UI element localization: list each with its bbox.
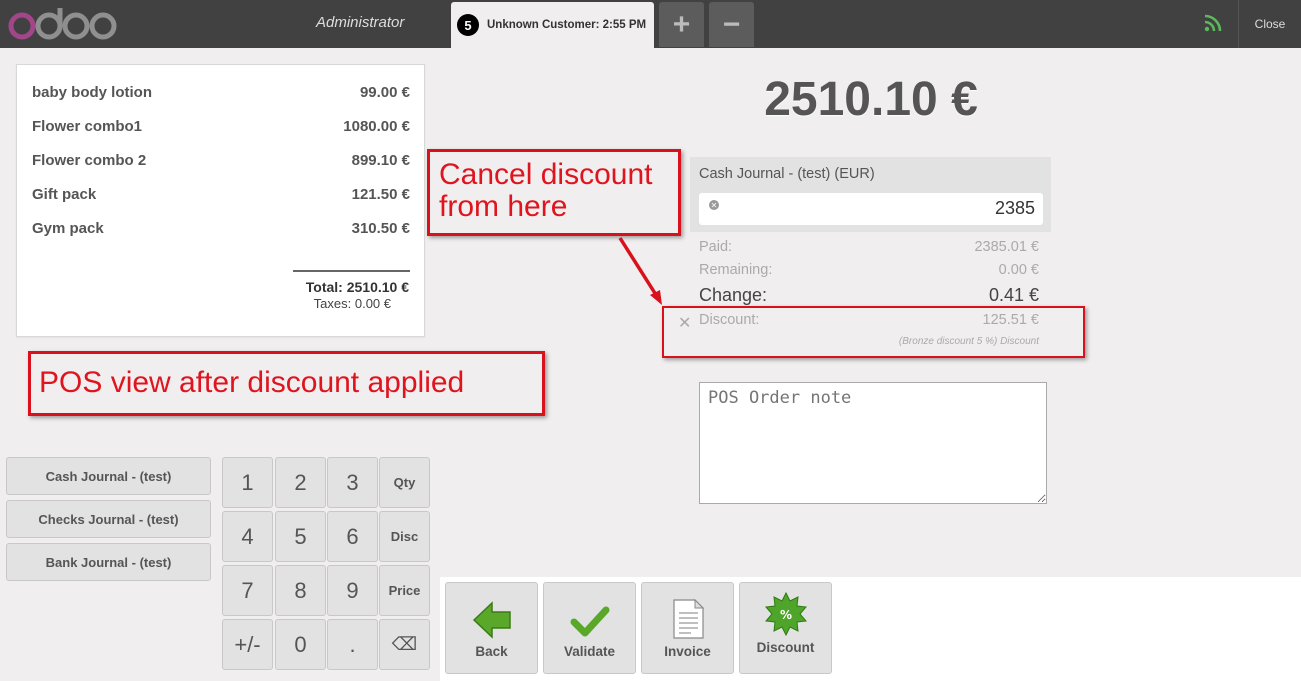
order-number-badge: 5 (457, 14, 479, 36)
discount-button-label: Discount (756, 640, 815, 655)
discount-button[interactable]: % Discount (739, 582, 832, 674)
numpad-key-2[interactable]: 2 (275, 457, 326, 508)
checks-journal-button[interactable]: Checks Journal - (test) (6, 500, 211, 538)
numpad-key-4[interactable]: 4 (222, 511, 273, 562)
payment-line-journal: Cash Journal - (test) (EUR) (699, 166, 875, 182)
username: Administrator (316, 14, 405, 31)
remove-discount-icon[interactable]: ✕ (678, 313, 691, 333)
annotation-cancel-discount-text: Cancel discount from here (439, 158, 653, 223)
order-line-name: baby body lotion (32, 84, 152, 101)
numpad-key-0[interactable]: 0 (275, 619, 326, 670)
annotation-pos-view-text: POS view after discount applied (39, 366, 465, 399)
order-line-name: Gym pack (32, 220, 104, 237)
discount-label: Discount: (699, 312, 760, 328)
order-line-price: 310.50 € (351, 220, 410, 237)
order-taxes: Taxes: 0.00 € (313, 296, 391, 311)
validate-button-label: Validate (563, 644, 616, 659)
order-tab[interactable]: 5 Unknown Customer: 2:55 PM (451, 2, 654, 48)
numpad-key-1[interactable]: 1 (222, 457, 273, 508)
close-button[interactable]: Close (1238, 0, 1301, 48)
numpad-key-plus-minus[interactable]: +/- (222, 619, 273, 670)
order-line[interactable]: Flower combo 2 899.10 € (32, 152, 410, 172)
paid-value: 2385.01 € (974, 239, 1039, 255)
numpad-key-6[interactable]: 6 (327, 511, 378, 562)
numpad-key-9[interactable]: 9 (327, 565, 378, 616)
order-line[interactable]: Gift pack 121.50 € (32, 186, 410, 206)
cash-journal-button[interactable]: Cash Journal - (test) (6, 457, 211, 495)
order-receipt: baby body lotion 99.00 € Flower combo1 1… (16, 64, 425, 337)
annotation-arrow-icon (618, 237, 662, 305)
bank-journal-button[interactable]: Bank Journal - (test) (6, 543, 211, 581)
add-order-button[interactable]: + (659, 2, 704, 47)
remaining-value: 0.00 € (998, 262, 1039, 278)
order-line-price: 1080.00 € (343, 118, 410, 135)
clear-payment-icon[interactable]: ✕ (709, 200, 719, 210)
validate-button[interactable]: Validate (543, 582, 636, 674)
order-line[interactable]: Gym pack 310.50 € (32, 220, 410, 240)
order-note-input[interactable] (699, 382, 1047, 504)
numpad-key-dot[interactable]: . (327, 619, 378, 670)
wifi-signal-icon[interactable] (1204, 14, 1222, 37)
numpad-mode-disc[interactable]: Disc (379, 511, 430, 562)
odoo-logo (6, 4, 118, 44)
discount-starburst-icon: % (764, 592, 807, 636)
back-arrow-icon (472, 601, 511, 639)
discount-description: (Bronze discount 5 %) Discount (898, 336, 1039, 347)
order-line-price: 899.10 € (351, 152, 410, 169)
order-line[interactable]: Flower combo1 1080.00 € (32, 118, 410, 138)
order-line-name: Flower combo1 (32, 118, 143, 135)
numpad-mode-qty[interactable]: Qty (379, 457, 430, 508)
numpad-key-5[interactable]: 5 (275, 511, 326, 562)
remove-order-button[interactable]: − (709, 2, 754, 47)
backspace-icon[interactable]: ⌫ (379, 619, 430, 670)
back-button-label: Back (475, 644, 508, 659)
payment-amount-value: 2385 (994, 198, 1035, 218)
numpad-key-3[interactable]: 3 (327, 457, 378, 508)
checkmark-icon (570, 606, 609, 637)
remaining-label: Remaining: (699, 262, 773, 278)
invoice-button-label: Invoice (664, 644, 711, 659)
document-icon (672, 598, 704, 639)
paid-label: Paid: (699, 239, 733, 255)
total-divider (293, 270, 410, 272)
order-total: Total: 2510.10 € (305, 279, 409, 295)
numpad-mode-price[interactable]: Price (379, 565, 430, 616)
order-line-name: Gift pack (32, 186, 97, 203)
invoice-button[interactable]: Invoice (641, 582, 734, 674)
discount-value: 125.51 € (982, 312, 1039, 328)
numpad-key-8[interactable]: 8 (275, 565, 326, 616)
order-line[interactable]: baby body lotion 99.00 € (32, 84, 410, 104)
back-button[interactable]: Back (445, 582, 538, 674)
change-label: Change: (699, 285, 768, 305)
order-tab-label: Unknown Customer: 2:55 PM (487, 19, 647, 31)
order-line-name: Flower combo 2 (32, 152, 147, 169)
order-line-price: 121.50 € (351, 186, 410, 203)
amount-due: 2510.10 € (764, 73, 978, 126)
order-line-price: 99.00 € (359, 84, 410, 101)
change-value: 0.41 € (988, 285, 1039, 305)
discount-badge-text: % (779, 608, 791, 622)
numpad-key-7[interactable]: 7 (222, 565, 273, 616)
